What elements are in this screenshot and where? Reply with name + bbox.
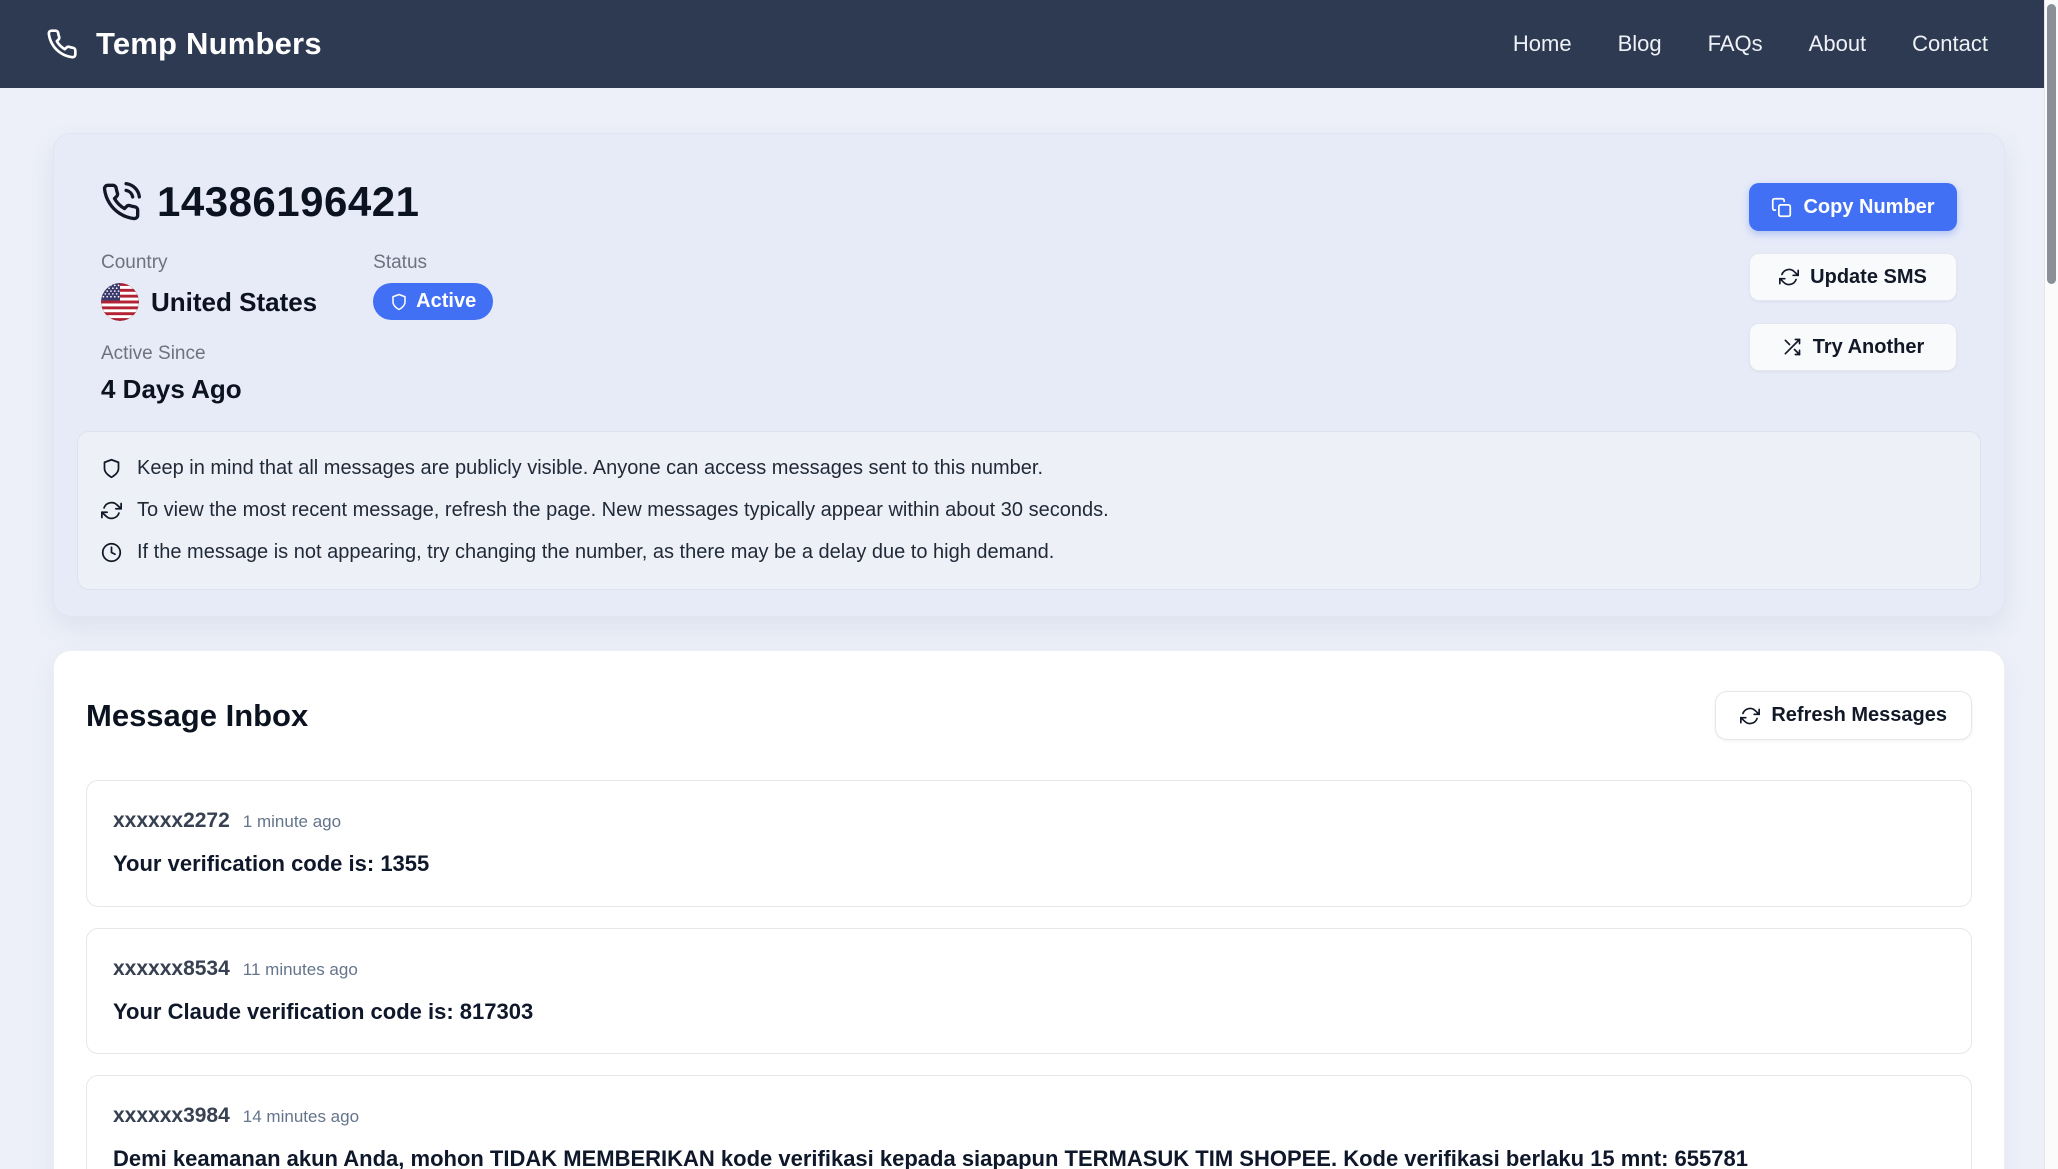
- scrollbar[interactable]: [2044, 0, 2058, 1169]
- page: Temp Numbers Home Blog FAQs About Contac…: [0, 0, 2058, 1169]
- status-badge: Active: [373, 283, 493, 320]
- brand[interactable]: Temp Numbers: [46, 26, 322, 62]
- notice-box: Keep in mind that all messages are publi…: [77, 431, 1981, 590]
- update-sms-label: Update SMS: [1810, 266, 1927, 289]
- message-row: xxxxxx8534 11 minutes ago Your Claude ve…: [86, 928, 1972, 1055]
- message-row: xxxxxx3984 14 minutes ago Demi keamanan …: [86, 1075, 1972, 1169]
- notice-row-delay: If the message is not appearing, try cha…: [101, 541, 1957, 564]
- inbox-title: Message Inbox: [86, 698, 308, 734]
- refresh-icon: [101, 500, 122, 521]
- phone-icon: [46, 28, 78, 60]
- shuffle-icon: [1782, 337, 1802, 357]
- nav-links: Home Blog FAQs About Contact: [1513, 31, 1988, 57]
- message-inbox-card: Message Inbox Refresh Messages xxxxxx227…: [53, 650, 2005, 1169]
- notice-row-visibility: Keep in mind that all messages are publi…: [101, 457, 1957, 480]
- message-body: Your Claude verification code is: 817303: [113, 998, 1945, 1026]
- nav-link-home[interactable]: Home: [1513, 31, 1572, 57]
- status-block: Status Active: [373, 252, 493, 321]
- try-another-label: Try Another: [1813, 336, 1925, 359]
- copy-number-label: Copy Number: [1803, 196, 1934, 219]
- refresh-messages-button[interactable]: Refresh Messages: [1715, 691, 1972, 740]
- refresh-icon: [1740, 706, 1760, 726]
- country-label: Country: [101, 252, 317, 274]
- clock-icon: [101, 542, 122, 563]
- inbox-header: Message Inbox Refresh Messages: [86, 691, 1972, 740]
- nav-link-faqs[interactable]: FAQs: [1708, 31, 1763, 57]
- scrollbar-thumb[interactable]: [2047, 4, 2056, 284]
- notice-row-refresh: To view the most recent message, refresh…: [101, 499, 1957, 522]
- phone-call-icon: [101, 182, 141, 222]
- message-body: Your verification code is: 1355: [113, 850, 1945, 878]
- message-body: Demi keamanan akun Anda, mohon TIDAK MEM…: [113, 1145, 1945, 1169]
- country-block: Country: [101, 252, 317, 321]
- notice-text: If the message is not appearing, try cha…: [137, 541, 1054, 564]
- navbar: Temp Numbers Home Blog FAQs About Contac…: [0, 0, 2058, 88]
- meta-row: Country: [101, 252, 493, 321]
- message-row: xxxxxx2272 1 minute ago Your verificatio…: [86, 780, 1972, 907]
- number-card-top: 14386196421 Country: [77, 178, 1981, 405]
- brand-title: Temp Numbers: [96, 26, 322, 62]
- phone-number: 14386196421: [157, 178, 419, 226]
- number-card-buttons: Copy Number Update SMS: [1749, 183, 1957, 371]
- message-sender: xxxxxx2272: [113, 809, 230, 833]
- message-sender: xxxxxx8534: [113, 957, 230, 981]
- nav-link-blog[interactable]: Blog: [1618, 31, 1662, 57]
- copy-icon: [1771, 197, 1792, 218]
- status-value: Active: [416, 290, 476, 313]
- refresh-messages-label: Refresh Messages: [1771, 704, 1947, 727]
- number-card: 14386196421 Country: [53, 133, 2005, 617]
- number-info: 14386196421 Country: [101, 178, 493, 405]
- copy-number-button[interactable]: Copy Number: [1749, 183, 1957, 231]
- update-sms-button[interactable]: Update SMS: [1749, 253, 1957, 301]
- nav-link-contact[interactable]: Contact: [1912, 31, 1988, 57]
- us-flag-icon: [101, 283, 139, 321]
- shield-icon: [390, 293, 408, 311]
- message-timestamp: 11 minutes ago: [243, 960, 358, 980]
- try-another-button[interactable]: Try Another: [1749, 323, 1957, 371]
- active-since-value: 4 Days Ago: [101, 374, 493, 405]
- nav-link-about[interactable]: About: [1809, 31, 1867, 57]
- phone-number-row: 14386196421: [101, 178, 493, 226]
- notice-text: To view the most recent message, refresh…: [137, 499, 1109, 522]
- notice-text: Keep in mind that all messages are publi…: [137, 457, 1043, 480]
- refresh-icon: [1779, 267, 1799, 287]
- message-timestamp: 14 minutes ago: [243, 1107, 359, 1127]
- country-value: United States: [151, 287, 317, 318]
- shield-icon: [101, 458, 122, 479]
- active-since-label: Active Since: [101, 343, 493, 365]
- status-label: Status: [373, 252, 493, 274]
- message-sender: xxxxxx3984: [113, 1104, 230, 1128]
- message-timestamp: 1 minute ago: [243, 812, 341, 832]
- active-since-block: Active Since 4 Days Ago: [101, 343, 493, 405]
- main-content: 14386196421 Country: [0, 88, 2058, 1169]
